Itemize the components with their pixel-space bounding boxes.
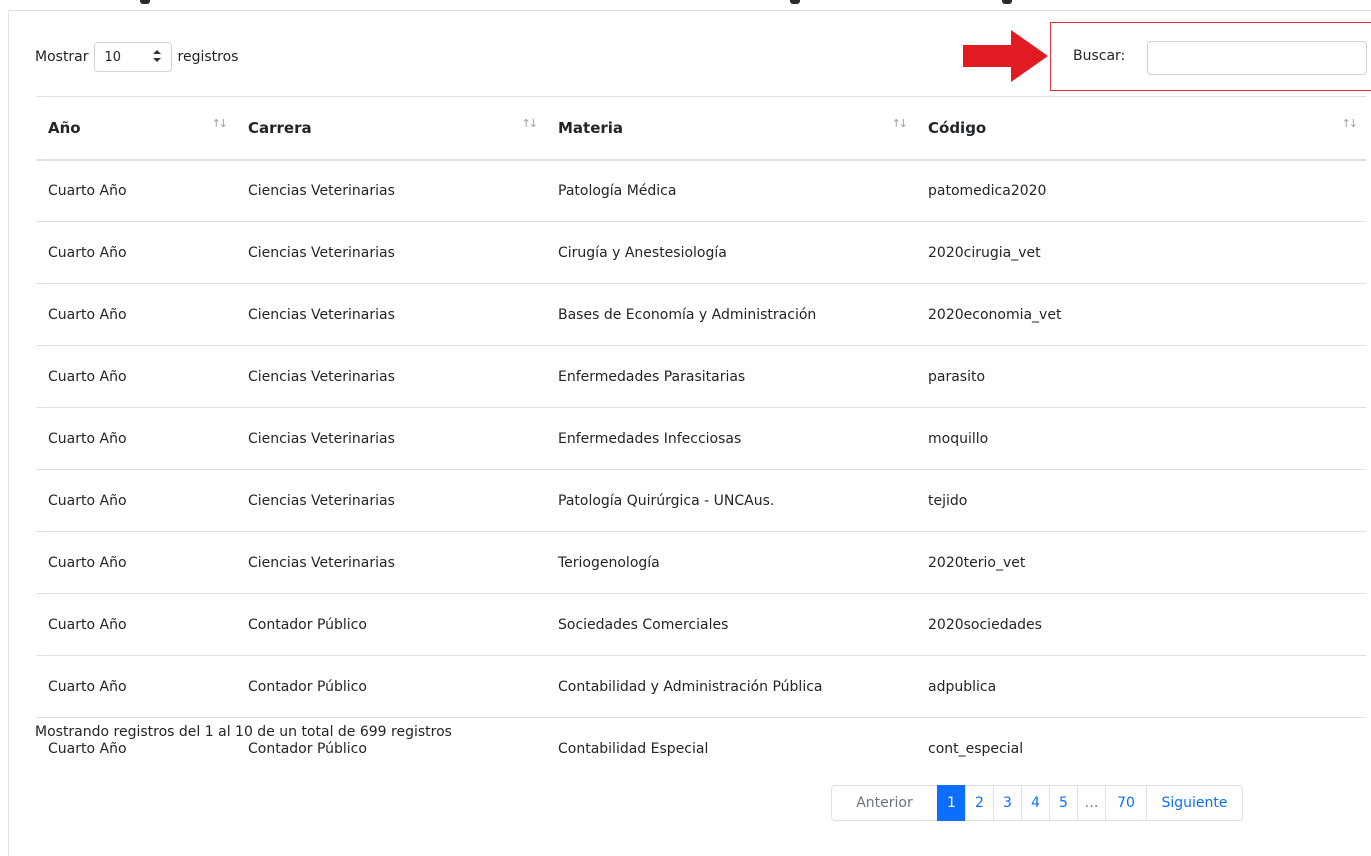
cell-subject: Enfermedades Parasitarias bbox=[546, 345, 916, 408]
pagination-page-3[interactable]: 3 bbox=[993, 785, 1022, 821]
cell-career: Ciencias Veterinarias bbox=[236, 469, 546, 532]
page-length-value: 10 bbox=[104, 49, 122, 65]
search-highlight-box: Buscar: bbox=[1050, 22, 1371, 91]
table-row: Cuarto Año Ciencias Veterinarias Bases d… bbox=[36, 283, 1366, 346]
cell-subject: Cirugía y Anestesiología bbox=[546, 221, 916, 284]
table-row: Cuarto Año Contador Público Contabilidad… bbox=[36, 655, 1366, 718]
sort-arrows-icon: ↑↓ bbox=[521, 117, 539, 130]
cropped-top-strip bbox=[0, 0, 1371, 10]
column-header-year[interactable]: Año ↑↓ bbox=[36, 96, 236, 161]
sort-arrows-icon: ↑↓ bbox=[1341, 117, 1359, 130]
cell-subject: Patología Médica bbox=[546, 159, 916, 222]
cell-year: Cuarto Año bbox=[36, 283, 236, 346]
cell-year: Cuarto Año bbox=[36, 221, 236, 284]
length-suffix: registros bbox=[177, 49, 239, 65]
cell-career: Ciencias Veterinarias bbox=[236, 283, 546, 346]
cell-subject: Contabilidad Especial bbox=[546, 717, 916, 780]
table-header-row: Año ↑↓ Carrera ↑↓ Materia ↑↓ Código ↑↓ bbox=[36, 96, 1366, 161]
pagination-page-1[interactable]: 1 bbox=[937, 785, 966, 821]
cell-career: Ciencias Veterinarias bbox=[236, 407, 546, 470]
cell-subject: Contabilidad y Administración Pública bbox=[546, 655, 916, 718]
cell-career: Ciencias Veterinarias bbox=[236, 345, 546, 408]
pagination: Anterior 1 2 3 4 5 … 70 Siguiente bbox=[831, 785, 1243, 821]
cell-code: patomedica2020 bbox=[916, 159, 1366, 222]
cell-year: Cuarto Año bbox=[36, 407, 236, 470]
cell-subject: Enfermedades Infecciosas bbox=[546, 407, 916, 470]
cell-year: Cuarto Año bbox=[36, 655, 236, 718]
column-header-career[interactable]: Carrera ↑↓ bbox=[236, 96, 546, 161]
search-label: Buscar: bbox=[1073, 48, 1126, 64]
cell-code: 2020sociedades bbox=[916, 593, 1366, 656]
column-header-label: Código bbox=[928, 118, 987, 137]
cell-career: Ciencias Veterinarias bbox=[236, 221, 546, 284]
cropped-glyph bbox=[1002, 0, 1012, 4]
table-info-text: Mostrando registros del 1 al 10 de un to… bbox=[35, 724, 452, 740]
cell-career: Ciencias Veterinarias bbox=[236, 159, 546, 222]
cell-year: Cuarto Año bbox=[36, 531, 236, 594]
cell-career: Contador Público bbox=[236, 655, 546, 718]
table-row: Cuarto Año Ciencias Veterinarias Terioge… bbox=[36, 531, 1366, 594]
pagination-page-70[interactable]: 70 bbox=[1105, 785, 1147, 821]
courses-table: Año ↑↓ Carrera ↑↓ Materia ↑↓ Código ↑↓ C… bbox=[36, 96, 1366, 780]
cell-code: 2020cirugia_vet bbox=[916, 221, 1366, 284]
cell-year: Cuarto Año bbox=[36, 469, 236, 532]
table-row: Cuarto Año Ciencias Veterinarias Enferme… bbox=[36, 345, 1366, 408]
cell-year: Cuarto Año bbox=[36, 593, 236, 656]
cell-code: tejido bbox=[916, 469, 1366, 532]
pagination-page-5[interactable]: 5 bbox=[1049, 785, 1078, 821]
cell-career: Ciencias Veterinarias bbox=[236, 531, 546, 594]
table-row: Cuarto Año Ciencias Veterinarias Patolog… bbox=[36, 469, 1366, 532]
pagination-ellipsis: … bbox=[1077, 785, 1106, 821]
page-length-select[interactable]: 10 bbox=[93, 42, 172, 72]
table-row: Cuarto Año Ciencias Veterinarias Cirugía… bbox=[36, 221, 1366, 284]
cropped-glyph bbox=[140, 0, 150, 4]
cell-subject: Bases de Economía y Administración bbox=[546, 283, 916, 346]
column-header-label: Materia bbox=[558, 118, 624, 137]
column-header-subject[interactable]: Materia ↑↓ bbox=[546, 96, 916, 161]
pagination-page-4[interactable]: 4 bbox=[1021, 785, 1050, 821]
sort-arrows-icon: ↑↓ bbox=[891, 117, 909, 130]
cell-year: Cuarto Año bbox=[36, 345, 236, 408]
cell-code: cont_especial bbox=[916, 717, 1366, 780]
pagination-previous-button[interactable]: Anterior bbox=[831, 785, 938, 821]
pagination-page-2[interactable]: 2 bbox=[965, 785, 994, 821]
table-row: Cuarto Año Contador Público Sociedades C… bbox=[36, 593, 1366, 656]
cropped-glyph bbox=[790, 0, 800, 4]
cell-code: parasito bbox=[916, 345, 1366, 408]
cell-career: Contador Público bbox=[236, 593, 546, 656]
cell-code: 2020economia_vet bbox=[916, 283, 1366, 346]
length-control: Mostrar 10 registros bbox=[35, 42, 238, 72]
length-prefix: Mostrar bbox=[35, 49, 89, 65]
table-row: Cuarto Año Ciencias Veterinarias Patolog… bbox=[36, 159, 1366, 222]
cell-subject: Sociedades Comerciales bbox=[546, 593, 916, 656]
column-header-label: Año bbox=[48, 118, 81, 137]
sort-arrows-icon: ↑↓ bbox=[211, 117, 229, 130]
search-input[interactable] bbox=[1147, 41, 1367, 75]
updown-caret-icon bbox=[152, 49, 161, 65]
table-row: Cuarto Año Ciencias Veterinarias Enferme… bbox=[36, 407, 1366, 470]
column-header-label: Carrera bbox=[248, 118, 312, 137]
red-right-arrow-icon bbox=[963, 30, 1048, 82]
cell-code: adpublica bbox=[916, 655, 1366, 718]
pagination-next-button[interactable]: Siguiente bbox=[1146, 785, 1243, 821]
cell-code: moquillo bbox=[916, 407, 1366, 470]
cell-code: 2020terio_vet bbox=[916, 531, 1366, 594]
cell-subject: Patología Quirúrgica - UNCAus. bbox=[546, 469, 916, 532]
cell-year: Cuarto Año bbox=[36, 159, 236, 222]
column-header-code[interactable]: Código ↑↓ bbox=[916, 96, 1366, 161]
cell-subject: Teriogenología bbox=[546, 531, 916, 594]
